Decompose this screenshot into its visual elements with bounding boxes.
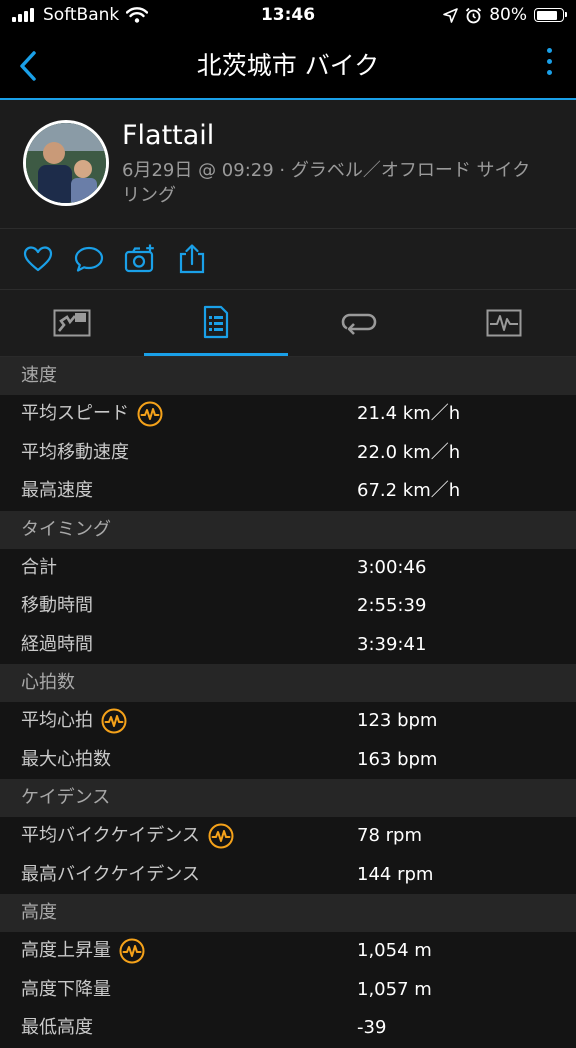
stat-row: 最低高度 -39 [0, 1009, 576, 1048]
more-dot-icon [547, 59, 552, 64]
stat-value: 163 bpm [357, 748, 438, 770]
activity-meta: 6月29日 @ 09:29 · グラベル／オフロード サイクリング [122, 160, 531, 206]
add-photo-icon[interactable] [124, 243, 156, 275]
stat-label-wrap: 最低高度 [21, 1009, 93, 1048]
section-header: タイミング [0, 510, 576, 549]
stat-label: 移動時間 [21, 595, 93, 616]
section-header: 心拍数 [0, 664, 576, 702]
stat-label-wrap: 最高バイクケイデンス [21, 856, 200, 895]
stat-label: 最高速度 [21, 480, 93, 501]
stat-label: 平均バイクケイデンス [21, 825, 200, 846]
stat-label-wrap: 経過時間 [21, 626, 93, 665]
more-dot-icon [547, 70, 552, 75]
tab-stats[interactable] [144, 290, 288, 356]
more-menu-button[interactable] [547, 48, 552, 75]
stat-value: 2:55:39 [357, 595, 427, 616]
stat-label-wrap: 最高速度 [21, 472, 93, 511]
social-actions [0, 229, 576, 290]
stat-label: 最高バイクケイデンス [21, 863, 200, 885]
battery-icon [534, 8, 567, 22]
more-dot-icon [547, 48, 552, 53]
like-heart-icon[interactable] [22, 243, 54, 275]
stat-label-wrap: 合計 [21, 549, 57, 588]
stat-row: 高度下降量 1,057 m [0, 970, 576, 1010]
insight-badge-icon[interactable] [208, 823, 234, 849]
avatar[interactable] [23, 120, 109, 206]
insight-badge-icon[interactable] [101, 708, 127, 734]
comment-icon[interactable] [73, 243, 105, 275]
stat-row: 最大心拍数 163 bpm [0, 740, 576, 780]
stat-row: 移動時間 2:55:39 [0, 587, 576, 626]
battery-percent: 80% [489, 5, 527, 25]
stat-label-wrap: 高度上昇量 [21, 932, 145, 971]
stats-list: 速度平均スピード 21.4 km／h 平均移動速度 22.0 km／h 最高速度 67.2… [0, 357, 576, 1048]
stat-label: 経過時間 [21, 633, 93, 655]
stat-row: 最高速度 67.2 km／h [0, 472, 576, 511]
stat-value: 67.2 km／h [357, 480, 461, 501]
stat-row: 経過時間 3:39:41 [0, 625, 576, 665]
stat-label-wrap: 平均心拍 [21, 702, 127, 741]
athlete-name[interactable]: Flattail [122, 120, 214, 151]
stat-label-wrap: 平均スピード [21, 395, 163, 434]
laps-loop-icon [341, 313, 377, 335]
page-title: 北茨城市 バイク [196, 51, 380, 80]
stat-row: 最高バイクケイデンス 144 rpm [0, 855, 576, 895]
stat-row: 平均心拍 123 bpm [0, 702, 576, 741]
insight-badge-icon[interactable] [119, 938, 145, 964]
location-icon [443, 7, 459, 23]
stat-value: 78 rpm [357, 825, 422, 846]
stat-value: 22.0 km／h [357, 441, 461, 463]
alarm-icon [466, 7, 482, 23]
section-header: 高度 [0, 894, 576, 932]
stats-list-icon [203, 305, 229, 338]
stat-label: 平均心拍 [21, 710, 93, 731]
stat-label: 合計 [21, 556, 57, 578]
stat-row: 合計 3:00:46 [0, 548, 576, 588]
stat-label: 高度上昇量 [21, 940, 111, 961]
stat-label: 最大心拍数 [21, 748, 111, 770]
nav-bar: 北茨城市 バイク [0, 34, 576, 100]
stat-value: 123 bpm [357, 710, 438, 731]
share-icon[interactable] [176, 243, 208, 275]
stat-label: 平均スピード [21, 403, 129, 424]
tab-map[interactable] [0, 290, 144, 356]
status-bar: SoftBank 13:46 80% [0, 0, 576, 34]
map-icon [53, 309, 91, 337]
activity-tabs [0, 290, 576, 357]
insight-badge-icon[interactable] [137, 401, 163, 427]
tab-charts[interactable] [432, 290, 576, 356]
section-header: ケイデンス [0, 779, 576, 817]
stat-value: -39 [357, 1017, 387, 1038]
stat-value: 3:00:46 [357, 556, 427, 578]
stat-row: 平均移動速度 22.0 km／h [0, 433, 576, 473]
stat-row: 平均スピード 21.4 km／h [0, 395, 576, 434]
stat-row: 平均バイクケイデンス 78 rpm [0, 817, 576, 856]
stat-value: 1,057 m [357, 978, 432, 1000]
stat-label-wrap: 高度下降量 [21, 971, 111, 1010]
activity-header: Flattail 6月29日 @ 09:29 · グラベル／オフロード サイクリ… [0, 100, 576, 229]
section-header: 速度 [0, 357, 576, 395]
stat-value: 144 rpm [357, 863, 434, 885]
stat-label-wrap: 最大心拍数 [21, 741, 111, 780]
stat-row: 高度上昇量 1,054 m [0, 932, 576, 971]
stat-label: 高度下降量 [21, 978, 111, 1000]
stat-label-wrap: 移動時間 [21, 587, 93, 626]
stat-label-wrap: 平均バイクケイデンス [21, 817, 234, 856]
stat-value: 21.4 km／h [357, 403, 461, 424]
stat-label-wrap: 平均移動速度 [21, 434, 129, 473]
stat-value: 1,054 m [357, 940, 432, 961]
back-button[interactable] [8, 46, 48, 86]
chevron-left-icon [20, 51, 36, 81]
stat-value: 3:39:41 [357, 633, 427, 655]
avatar-photo-icon [26, 123, 106, 203]
stat-label: 最低高度 [21, 1017, 93, 1038]
chart-icon [486, 309, 522, 337]
tab-laps[interactable] [288, 290, 432, 356]
stat-label: 平均移動速度 [21, 441, 129, 463]
